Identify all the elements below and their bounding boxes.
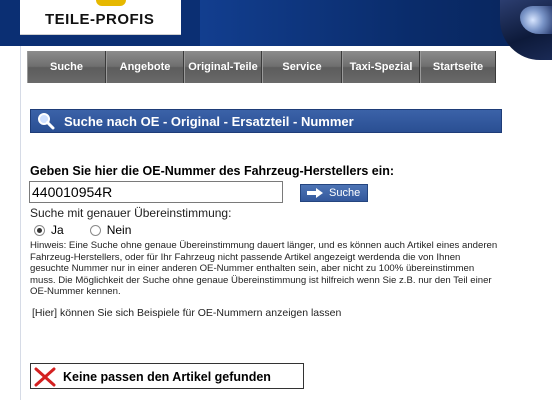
red-x-icon — [34, 367, 56, 387]
no-results-message: Keine passen den Artikel gefunden — [30, 363, 304, 389]
main-nav: Suche Angebote Original-Teile Service Ta… — [27, 51, 496, 83]
arrow-right-icon — [307, 188, 323, 198]
nav-item-label: Angebote — [119, 61, 171, 73]
nav-item-taxi-spezial[interactable]: Taxi-Spezial — [342, 51, 420, 83]
search-button[interactable]: Suche — [300, 184, 368, 202]
nav-item-startseite[interactable]: Startseite — [420, 51, 496, 83]
section-title-bar: Suche nach OE - Original - Ersatzteil - … — [30, 109, 502, 133]
section-title: Suche nach OE - Original - Ersatzteil - … — [64, 114, 354, 129]
search-button-label: Suche — [329, 187, 361, 199]
site-header: TEILE-PROFIS — [0, 0, 552, 60]
nav-item-suche[interactable]: Suche — [27, 51, 106, 83]
search-hint: Hinweis: Eine Suche ohne genaue Übereins… — [30, 240, 498, 298]
examples-link[interactable]: [Hier] können Sie sich Beispiele für OE-… — [32, 307, 341, 319]
exact-match-options: Ja Nein — [34, 222, 131, 238]
nav-item-label: Startseite — [432, 61, 484, 73]
radio-yes-label: Ja — [51, 223, 64, 237]
nav-item-label: Original-Teile — [188, 61, 258, 73]
magnifier-icon — [38, 113, 55, 130]
logo-text: TEILE-PROFIS — [45, 11, 155, 28]
nav-item-label: Service — [282, 61, 322, 73]
no-results-text: Keine passen den Artikel gefunden — [63, 370, 271, 384]
nav-item-angebote[interactable]: Angebote — [106, 51, 184, 83]
nav-item-label: Taxi-Spezial — [349, 61, 413, 73]
left-divider — [20, 46, 21, 400]
logo[interactable]: TEILE-PROFIS — [20, 0, 181, 35]
nav-item-original-teile[interactable]: Original-Teile — [184, 51, 262, 83]
oe-number-prompt: Geben Sie hier die OE-Nummer des Fahrzeu… — [30, 164, 394, 178]
radio-no-label: Nein — [106, 223, 132, 237]
radio-yes[interactable] — [34, 224, 45, 236]
oe-number-input[interactable] — [29, 181, 283, 203]
nav-item-label: Suche — [49, 61, 83, 73]
nav-item-service[interactable]: Service — [262, 51, 342, 83]
radio-no[interactable] — [89, 224, 101, 236]
exact-match-label: Suche mit genauer Übereinstimmung: — [30, 206, 232, 220]
logo-mark-icon — [96, 0, 126, 6]
